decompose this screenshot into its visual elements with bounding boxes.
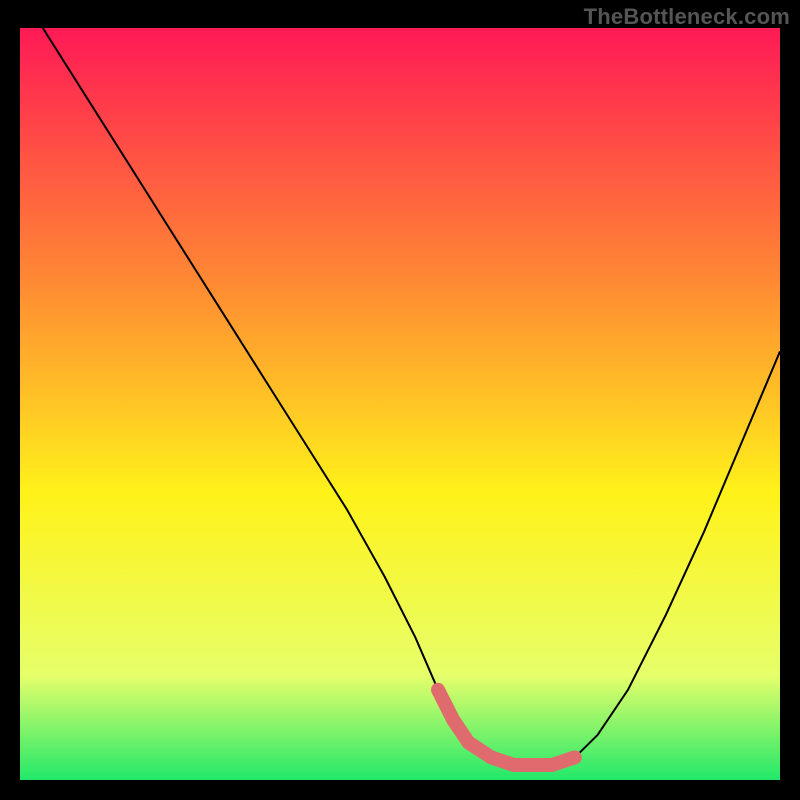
chart-svg	[20, 28, 780, 780]
watermark-label: TheBottleneck.com	[584, 4, 790, 30]
bottleneck-chart	[20, 28, 780, 780]
gradient-background	[20, 28, 780, 780]
